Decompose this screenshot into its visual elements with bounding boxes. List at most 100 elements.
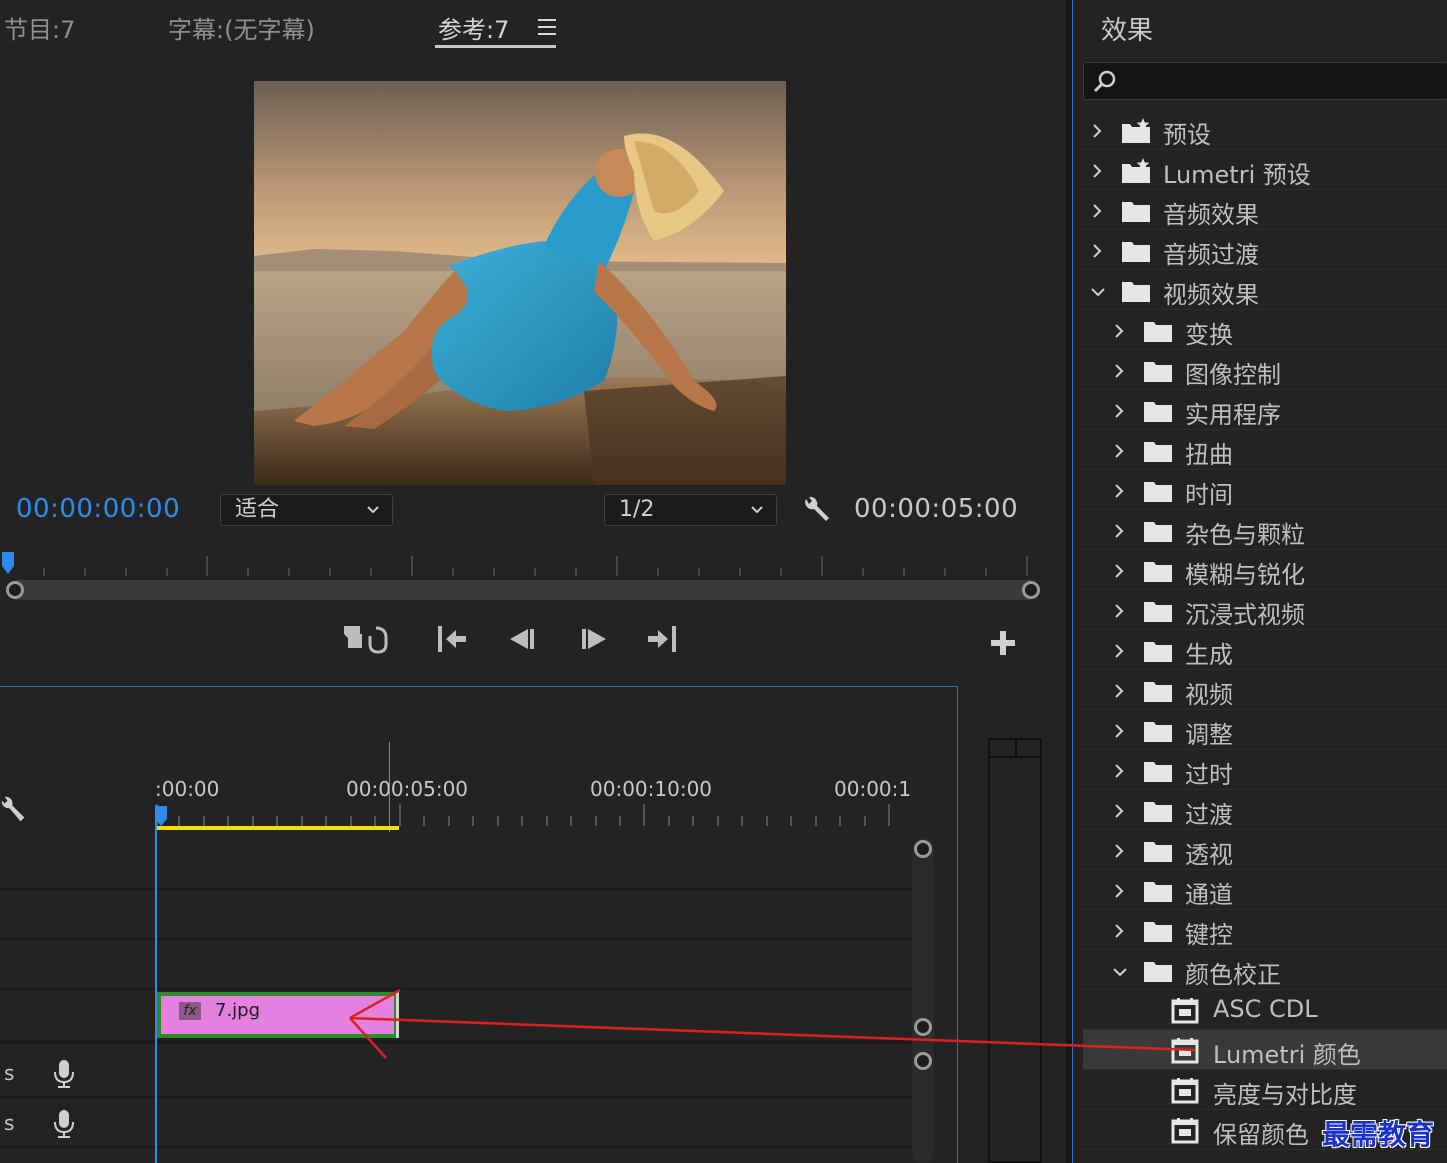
- chevron-right-icon[interactable]: [1091, 243, 1103, 258]
- go-to-out-icon[interactable]: [644, 622, 680, 656]
- effect-label: 调整: [1185, 721, 1233, 749]
- playhead-handle[interactable]: [154, 805, 168, 827]
- step-back-icon[interactable]: [504, 622, 540, 656]
- effect-folder[interactable]: 模糊与锐化: [1083, 550, 1447, 590]
- chevron-right-icon[interactable]: [1113, 643, 1125, 658]
- effect-folder[interactable]: 键控: [1083, 910, 1447, 950]
- effect-icon: [1171, 1118, 1201, 1144]
- effect-folder[interactable]: 时间: [1083, 470, 1447, 510]
- chevron-down-icon[interactable]: [1113, 963, 1127, 977]
- effect-folder[interactable]: 预设: [1083, 110, 1447, 150]
- effect-folder[interactable]: 过时: [1083, 750, 1447, 790]
- effect-folder[interactable]: 调整: [1083, 710, 1447, 750]
- effect-folder[interactable]: 图像控制: [1083, 350, 1447, 390]
- effect-label: Lumetri 预设: [1163, 161, 1311, 189]
- chevron-right-icon[interactable]: [1113, 363, 1125, 378]
- preset-folder-icon: [1121, 158, 1151, 184]
- effect-folder[interactable]: 实用程序: [1083, 390, 1447, 430]
- chevron-right-icon[interactable]: [1113, 523, 1125, 538]
- effect-label: 生成: [1185, 641, 1233, 669]
- effect-folder[interactable]: 杂色与颗粒: [1083, 510, 1447, 550]
- work-area-bar[interactable]: [156, 826, 399, 830]
- wrench-icon[interactable]: [0, 795, 30, 825]
- scroll-handle-right[interactable]: [1022, 581, 1040, 599]
- track-divider: [0, 988, 912, 990]
- chevron-right-icon[interactable]: [1091, 203, 1103, 218]
- chevron-right-icon[interactable]: [1113, 403, 1125, 418]
- effect-label: 亮度与对比度: [1213, 1081, 1357, 1109]
- video-clip[interactable]: fx 7.jpg: [157, 992, 399, 1038]
- active-tab-indicator: [435, 45, 556, 48]
- chevron-right-icon[interactable]: [1113, 923, 1125, 938]
- meter-peak-indicators[interactable]: [990, 740, 1040, 758]
- chevron-right-icon[interactable]: [1113, 723, 1125, 738]
- timeline-vertical-scrollbar[interactable]: [912, 838, 934, 1163]
- chevron-right-icon[interactable]: [1113, 483, 1125, 498]
- tab-program[interactable]: 节目:7: [4, 10, 75, 45]
- effect-folder[interactable]: 过渡: [1083, 790, 1447, 830]
- effect-folder[interactable]: 通道: [1083, 870, 1447, 910]
- playback-resolution-select[interactable]: 1/2: [604, 494, 777, 526]
- folder-icon: [1143, 918, 1173, 944]
- effects-search-input[interactable]: [1083, 62, 1447, 100]
- effect-folder[interactable]: 颜色校正: [1083, 950, 1447, 990]
- chevron-down-icon[interactable]: [1091, 283, 1105, 297]
- monitor-time-ruler[interactable]: [0, 550, 1066, 582]
- effect-folder[interactable]: 生成: [1083, 630, 1447, 670]
- chevron-right-icon[interactable]: [1113, 563, 1125, 578]
- wrench-icon[interactable]: [800, 495, 832, 527]
- audio-meter: [988, 738, 1042, 1163]
- go-to-in-icon[interactable]: [434, 622, 470, 656]
- step-forward-icon[interactable]: [576, 622, 612, 656]
- effect-item[interactable]: ASC CDL: [1083, 990, 1447, 1030]
- chevron-right-icon[interactable]: [1113, 763, 1125, 778]
- chevron-right-icon[interactable]: [1113, 803, 1125, 818]
- chevron-right-icon[interactable]: [1091, 123, 1103, 138]
- scroll-handle-mid[interactable]: [914, 1018, 932, 1036]
- effect-folder[interactable]: 扭曲: [1083, 430, 1447, 470]
- panel-menu-icon[interactable]: [538, 19, 556, 35]
- clip-end-marker[interactable]: [396, 992, 399, 1038]
- insert-overwrite-icon[interactable]: [342, 622, 390, 656]
- playhead-line[interactable]: [155, 805, 157, 1163]
- tab-reference[interactable]: 参考:7: [438, 10, 509, 45]
- chevron-right-icon[interactable]: [1113, 883, 1125, 898]
- zoom-level-select[interactable]: 适合: [220, 494, 393, 526]
- monitor-zoom-scrollbar[interactable]: [6, 580, 1040, 600]
- chevron-right-icon[interactable]: [1091, 163, 1103, 178]
- effect-folder[interactable]: 变换: [1083, 310, 1447, 350]
- scroll-handle-audio[interactable]: [914, 1052, 932, 1070]
- chevron-right-icon[interactable]: [1113, 683, 1125, 698]
- fx-badge-icon[interactable]: fx: [179, 1002, 201, 1020]
- effect-item[interactable]: Lumetri 颜色: [1083, 1030, 1447, 1070]
- scroll-handle-left[interactable]: [6, 581, 24, 599]
- timeline-panel: [0, 686, 958, 1163]
- panel-title[interactable]: 效果: [1101, 10, 1153, 47]
- effect-folder[interactable]: 音频过渡: [1083, 230, 1447, 270]
- effect-folder[interactable]: 视频效果: [1083, 270, 1447, 310]
- search-icon: [1093, 70, 1116, 93]
- current-timecode[interactable]: 00:00:00:00: [16, 494, 180, 524]
- timeline-time-ruler[interactable]: [155, 770, 915, 830]
- add-button-icon[interactable]: [986, 626, 1020, 660]
- effect-folder[interactable]: 音频效果: [1083, 190, 1447, 230]
- effect-folder[interactable]: 沉浸式视频: [1083, 590, 1447, 630]
- chevron-right-icon[interactable]: [1113, 323, 1125, 338]
- watermark-text: 最需教育: [1322, 1118, 1435, 1151]
- effect-item[interactable]: 亮度与对比度: [1083, 1070, 1447, 1110]
- microphone-icon[interactable]: [52, 1058, 76, 1090]
- scroll-handle-top[interactable]: [914, 840, 932, 858]
- microphone-icon[interactable]: [52, 1108, 76, 1140]
- tab-captions[interactable]: 字幕:(无字幕): [168, 10, 315, 45]
- folder-icon: [1143, 398, 1173, 424]
- effect-label: 模糊与锐化: [1185, 561, 1305, 589]
- effect-folder[interactable]: 透视: [1083, 830, 1447, 870]
- effect-folder[interactable]: Lumetri 预设: [1083, 150, 1447, 190]
- audio-track-label: s: [4, 1111, 15, 1135]
- chevron-right-icon[interactable]: [1113, 443, 1125, 458]
- effect-folder[interactable]: 视频: [1083, 670, 1447, 710]
- chevron-right-icon[interactable]: [1113, 843, 1125, 858]
- chevron-right-icon[interactable]: [1113, 603, 1125, 618]
- effect-label: 过渡: [1185, 801, 1233, 829]
- chevron-down-icon: [751, 506, 763, 514]
